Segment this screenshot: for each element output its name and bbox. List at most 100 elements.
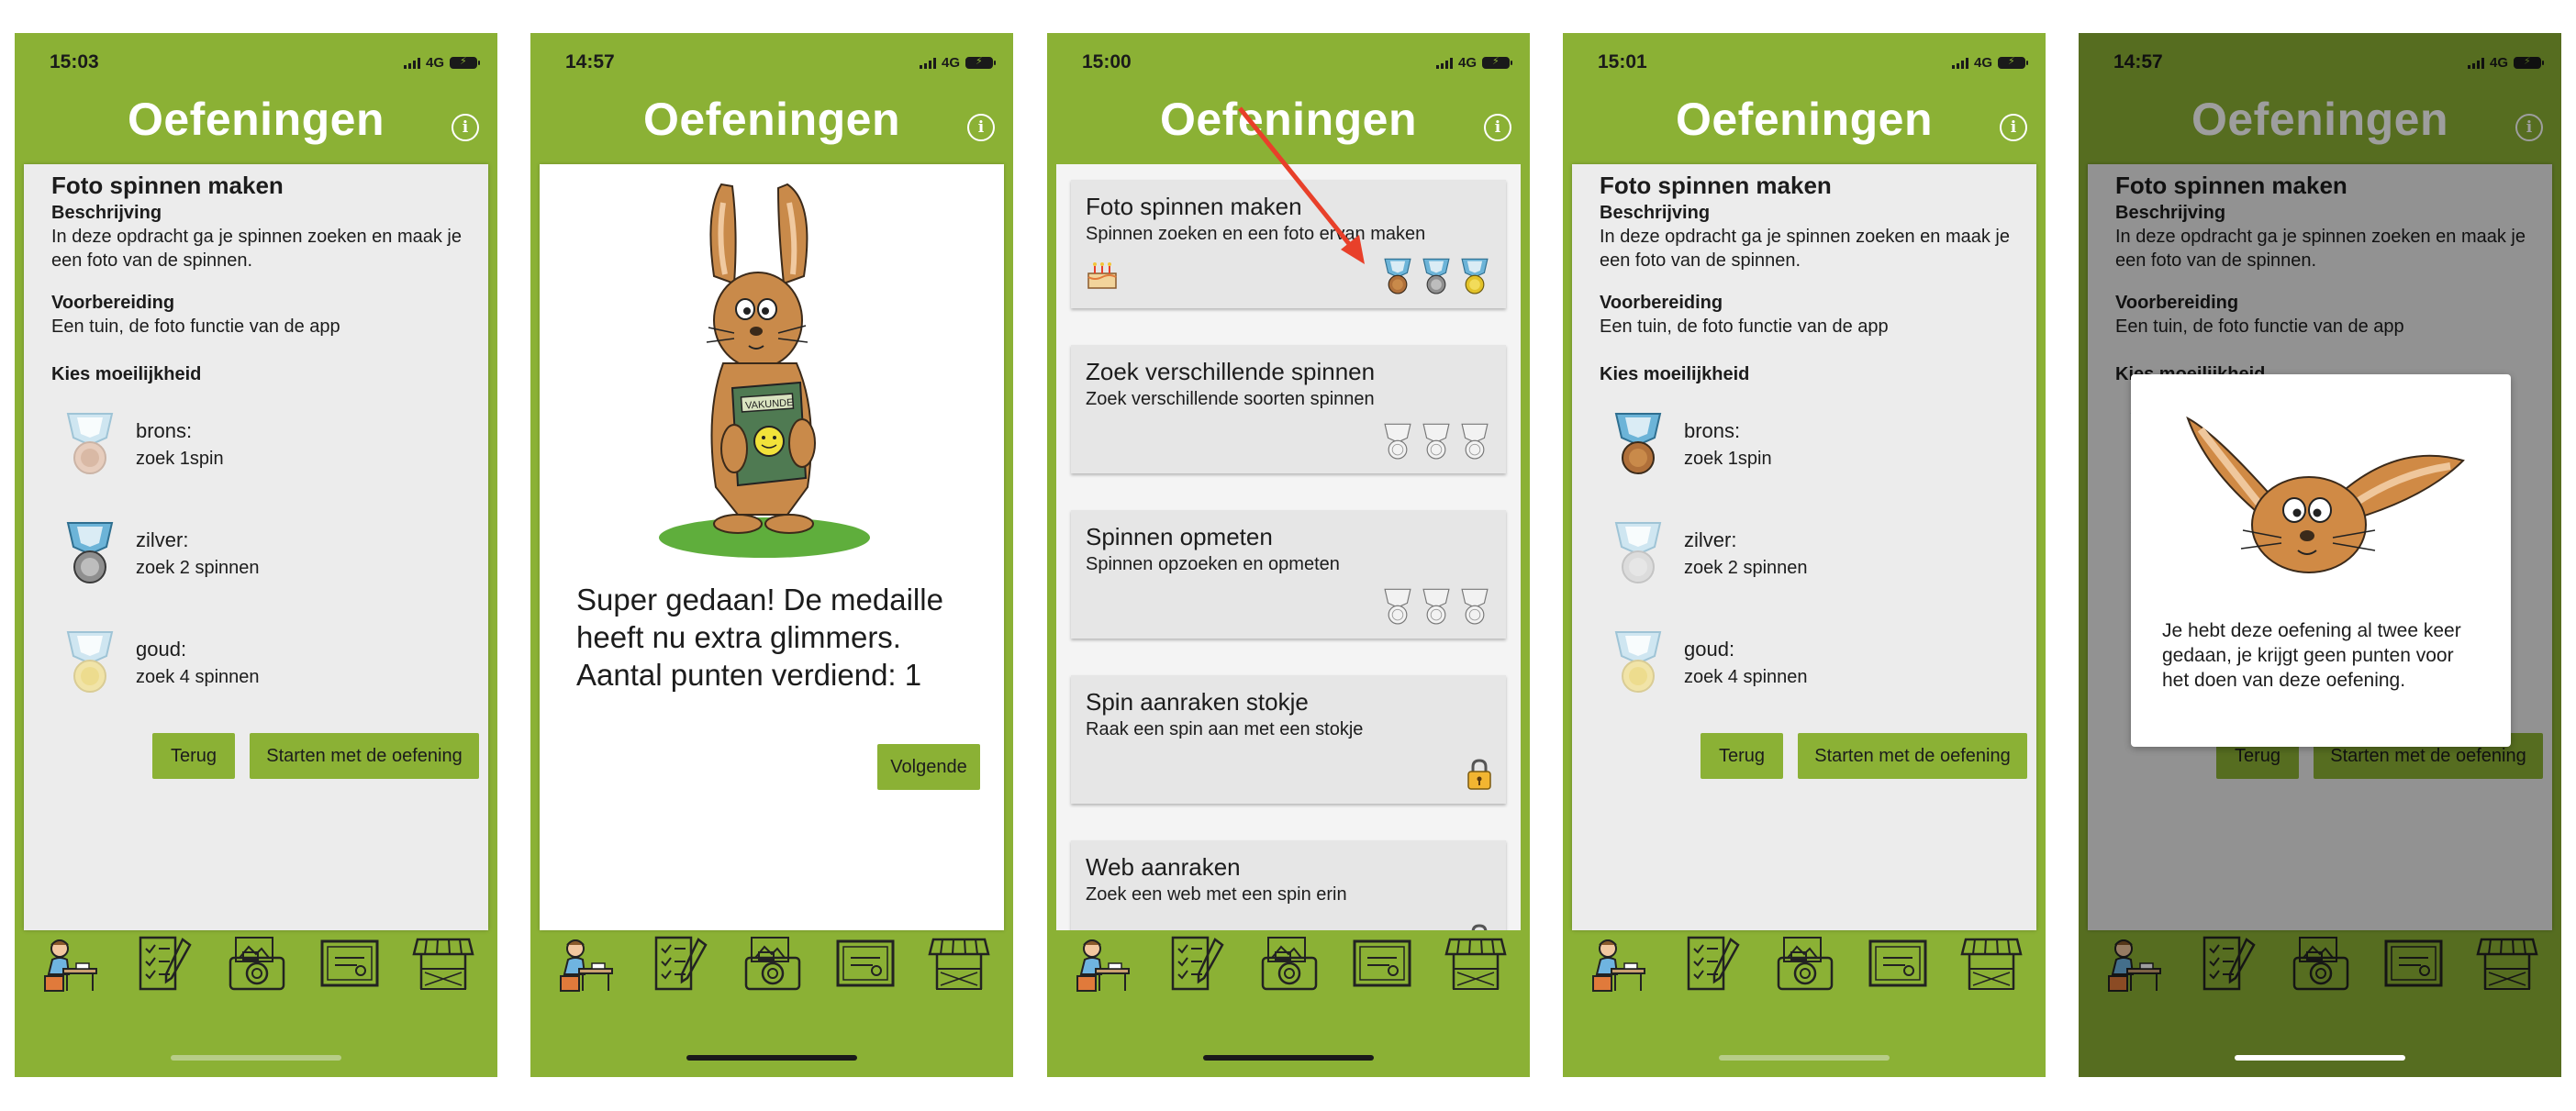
home-indicator [171,1055,341,1061]
network-label: 4G [1457,55,1477,71]
status-bar: 15:00 4G ⚡ [1047,33,1530,94]
start-exercise-button[interactable]: Starten met de oefening [250,733,479,779]
exercise-detail: Foto spinnen maken Beschrijving In deze … [1572,164,2036,930]
empty-medal-icon [1384,423,1411,460]
level-bronze[interactable]: brons: zoek 1spin [1600,410,1875,483]
camera-icon[interactable] [1255,930,1321,996]
camera-icon[interactable] [739,930,805,996]
back-button[interactable]: Terug [152,733,235,779]
level-desc: zoek 4 spinnen [1684,667,1808,687]
status-time: 15:03 [50,51,99,72]
phone-screen-list: 15:00 4G ⚡ Oefeningen i Foto spinnen mak… [1047,33,1530,1077]
camera-icon[interactable] [223,930,289,996]
level-bronze[interactable]: brons: zoek 1spin [51,410,327,483]
camera-icon[interactable] [1771,930,1837,996]
empty-medal-icon [1461,423,1489,460]
page-title: Oefeningen [127,94,385,145]
difficulty-heading: Kies moeilijkheid [1600,364,1750,384]
silver-medal-icon [1611,519,1666,583]
description-text: In deze opdracht ga je spinnen zoeken en… [1600,227,2010,271]
empty-medal-icon [1461,588,1489,625]
certificate-icon[interactable] [1865,930,1931,996]
exercise-card[interactable]: Zoek verschillende spinnen Zoek verschil… [1071,345,1506,473]
silver-medal-icon [62,519,117,583]
certificate-icon[interactable] [832,930,898,996]
battery-icon: ⚡ [1482,56,1512,69]
exercise-card-title: Foto spinnen maken [1086,193,1302,220]
start-exercise-button[interactable]: Starten met de oefening [1798,733,2027,779]
page-title: Oefeningen [1675,94,1934,145]
level-desc: zoek 2 spinnen [136,558,260,578]
page-title: Oefeningen [1159,94,1418,145]
rabbit-head-illustration [2186,416,2465,573]
phone-screen-success: 14:57 4G ⚡ Oefeningen i VAKUNDE Super ge… [530,33,1013,1077]
level-silver[interactable]: zilver: zoek 2 spinnen [1600,519,1875,593]
level-desc: zoek 2 spinnen [1684,558,1808,578]
level-name: brons: [136,419,193,442]
checklist-icon[interactable] [129,930,195,996]
level-gold[interactable]: goud: zoek 4 spinnen [1600,628,1875,702]
preparation-text: Een tuin, de foto functie van de app [51,317,340,337]
info-icon[interactable]: i [2000,114,2027,141]
checklist-icon[interactable] [1678,930,1744,996]
success-panel: VAKUNDE Super gedaan! De medaille heeft … [540,164,1004,930]
level-gold[interactable]: goud: zoek 4 spinnen [51,628,327,702]
exercise-card-title: Spinnen opmeten [1086,523,1273,550]
level-silver[interactable]: zilver: zoek 2 spinnen [51,519,327,593]
network-label: 4G [1973,55,1992,71]
exercise-list: Foto spinnen maken Spinnen zoeken en een… [1056,164,1521,930]
exercise-card-title: Zoek verschillende spinnen [1086,358,1376,385]
medal-row [1379,422,1493,462]
info-icon[interactable]: i [1484,114,1511,141]
exercise-card[interactable]: Spin aanraken stokje Raak een spin aan m… [1071,675,1506,804]
market-stall-icon[interactable] [926,930,992,996]
student-desk-icon[interactable] [1584,930,1650,996]
checklist-icon[interactable] [645,930,711,996]
empty-medal-icon [1384,588,1411,625]
cake-icon [1087,262,1117,289]
home-indicator [1719,1055,1890,1061]
student-desk-icon[interactable] [36,930,102,996]
exercise-card[interactable]: Foto spinnen maken Spinnen zoeken en een… [1071,180,1506,308]
bottom-nav [530,927,1013,1000]
preparation-heading: Voorbereiding [51,293,175,313]
certificate-icon[interactable] [317,930,383,996]
next-button[interactable]: Volgende [877,744,980,790]
status-time: 14:57 [565,51,615,72]
home-indicator [2235,1055,2405,1061]
bronze-medal-icon [62,410,117,474]
info-popup[interactable]: Je hebt deze oefening al twee keer gedaa… [2131,374,2511,747]
exercise-card[interactable]: Web aanraken Zoek een web met een spin e… [1071,840,1506,930]
rabbit-holding-book-illustration: VAKUNDE [659,183,870,558]
back-button[interactable]: Terug [1701,733,1783,779]
info-icon[interactable]: i [452,114,479,141]
gold-medal-icon [1611,628,1666,693]
signal-icon [403,57,420,69]
signal-icon [1951,57,1968,69]
info-icon[interactable]: i [967,114,995,141]
market-stall-icon[interactable] [1958,930,2024,996]
exercise-card-title: Spin aanraken stokje [1086,688,1309,716]
exercise-title: Foto spinnen maken [1600,172,1832,199]
level-desc: zoek 1spin [136,449,224,469]
signal-icon [1435,57,1453,69]
difficulty-heading: Kies moeilijkheid [51,364,202,384]
exercise-card-subtitle: Spinnen opzoeken en opmeten [1086,554,1340,574]
student-desk-icon[interactable] [552,930,618,996]
level-name: zilver: [136,528,189,551]
exercise-card[interactable]: Spinnen opmeten Spinnen opzoeken en opme… [1071,510,1506,639]
checklist-icon[interactable] [1162,930,1228,996]
certificate-icon[interactable] [1349,930,1415,996]
medal-row [1379,257,1493,297]
level-desc: zoek 4 spinnen [136,667,260,687]
description-heading: Beschrijving [51,203,162,223]
gold-medal-icon [1456,257,1493,294]
market-stall-icon[interactable] [1443,930,1509,996]
signal-icon [919,57,936,69]
status-time: 15:01 [1598,51,1647,72]
market-stall-icon[interactable] [410,930,476,996]
battery-icon: ⚡ [965,56,996,69]
student-desk-icon[interactable] [1068,930,1134,996]
description-text: In deze opdracht ga je spinnen zoeken en… [51,227,462,271]
popup-message: Je hebt deze oefening al twee keer gedaa… [2162,620,2461,691]
